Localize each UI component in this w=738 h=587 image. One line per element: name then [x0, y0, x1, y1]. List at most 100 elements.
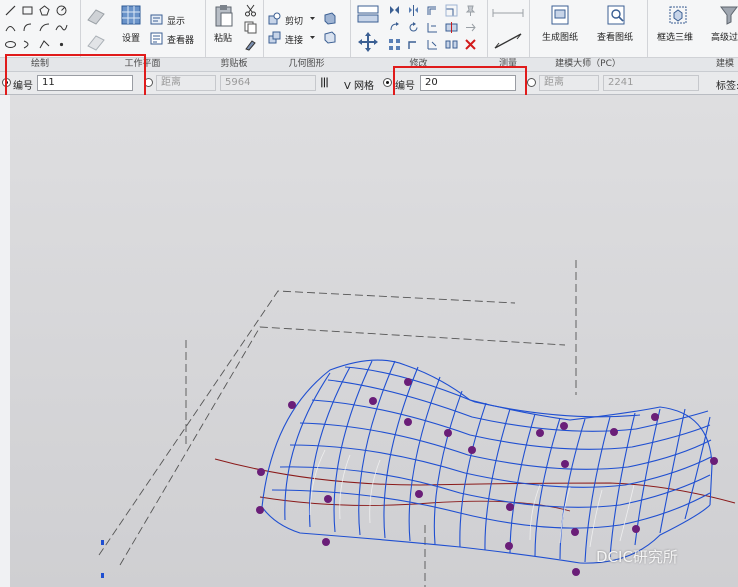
point-tool-icon[interactable] [55, 38, 68, 51]
view-sheet-button[interactable]: 查看图纸 [597, 30, 633, 43]
v-number-radio[interactable] [383, 78, 392, 87]
wall-joins-icon[interactable] [323, 12, 336, 25]
circle-tool-icon[interactable] [55, 4, 68, 17]
show-workplane-button[interactable]: 显示 [167, 14, 185, 27]
show-workplane-icon [150, 13, 163, 26]
adaptive-point [404, 418, 412, 426]
mesh-grid [261, 359, 713, 564]
trim-extend-icon[interactable] [426, 21, 439, 34]
level-marker [101, 540, 104, 545]
measure-between-icon[interactable] [491, 6, 525, 20]
paste-icon [213, 4, 235, 28]
move-icon[interactable] [356, 30, 380, 54]
tangent-arc-tool-icon[interactable] [38, 21, 51, 34]
generate-sheet-icon [549, 4, 571, 26]
panel-modeling-2: 框选三维 高级过 建模 [647, 0, 738, 71]
join-dropdown-icon[interactable] [309, 33, 316, 41]
align-icon[interactable] [356, 4, 380, 24]
offset-icon[interactable] [426, 4, 439, 17]
cut-dropdown-icon[interactable] [309, 14, 316, 22]
v-grid-label: V 网格 [344, 81, 375, 92]
adaptive-point [322, 538, 330, 546]
advanced-filter-icon [719, 4, 738, 26]
tag-label: 标签: [716, 81, 738, 92]
unpin-icon[interactable] [464, 21, 477, 34]
panel-measure: 测量 [487, 0, 530, 71]
trim-single-icon[interactable] [426, 38, 439, 51]
adaptive-point [415, 490, 423, 498]
partial-ellipse-tool-icon[interactable] [21, 38, 34, 51]
v-distance-radio[interactable] [527, 78, 536, 87]
viewer-icon [150, 32, 163, 45]
adaptive-point [561, 460, 569, 468]
rectangle-tool-icon[interactable] [21, 4, 34, 17]
array-icon[interactable] [388, 38, 401, 51]
set-workplane-button[interactable]: 设置 [122, 31, 140, 44]
level-markers [101, 540, 104, 578]
u-distance-input[interactable]: 5964 [220, 75, 316, 91]
spline-tool-icon[interactable] [55, 21, 68, 34]
adaptive-point [257, 468, 265, 476]
set-workplane-icon [120, 4, 142, 26]
trim-corner-icon[interactable] [407, 38, 420, 51]
panel-title-geometry: 几何图形 [263, 57, 350, 71]
panel-modeling-master: 生成图纸 查看图纸 建模大师（PC） [529, 0, 648, 71]
paste-button[interactable]: 粘贴 [214, 31, 232, 44]
adaptive-point [571, 528, 579, 536]
pin-disabled-icon[interactable] [464, 4, 477, 17]
box-3d-button[interactable]: 框选三维 [657, 30, 693, 43]
match-properties-icon[interactable] [244, 38, 257, 51]
u-distance-select[interactable]: 距离 [156, 75, 216, 91]
adaptive-point [369, 397, 377, 405]
level-marker [101, 573, 104, 578]
adaptive-point [324, 495, 332, 503]
split-face-icon[interactable] [323, 31, 336, 44]
box-3d-icon [667, 4, 689, 26]
adaptive-point [536, 429, 544, 437]
mirror-axis-icon[interactable] [388, 4, 401, 17]
rotate-icon[interactable] [407, 21, 420, 34]
adaptive-point [572, 568, 580, 576]
ellipse-tool-icon[interactable] [4, 38, 17, 51]
measure-along-icon[interactable] [491, 30, 525, 52]
adaptive-point [256, 506, 264, 514]
panel-title-modeling-2: 建模 [647, 57, 738, 71]
pick-lines-tool-icon[interactable] [38, 38, 51, 51]
join-geometry-icon [268, 31, 281, 44]
mirror-draw-icon[interactable] [407, 4, 420, 17]
adaptive-point [288, 401, 296, 409]
cut-geometry-icon [268, 12, 281, 25]
panel-modify: 修改 [350, 0, 488, 71]
split-element-icon[interactable] [445, 21, 458, 34]
delete-icon[interactable] [464, 38, 477, 51]
adaptive-point [710, 457, 718, 465]
v-distance-input[interactable]: 2241 [603, 75, 699, 91]
line-tool-icon[interactable] [4, 4, 17, 17]
adaptive-point [651, 413, 659, 421]
copy-icon[interactable] [244, 21, 257, 34]
arc-tool-icon[interactable] [4, 21, 17, 34]
3d-viewport[interactable] [10, 95, 738, 587]
adaptive-point [505, 542, 513, 550]
scissors-icon[interactable] [244, 4, 257, 17]
cut-geometry-button[interactable]: 剪切 [285, 14, 303, 27]
watermark-text: DCIC研究所 [596, 548, 678, 566]
adaptive-point [468, 446, 476, 454]
split-gap-icon[interactable] [445, 38, 458, 51]
copy-modify-icon[interactable] [388, 21, 401, 34]
join-geometry-button[interactable]: 连接 [285, 33, 303, 46]
adaptive-point [444, 429, 452, 437]
adaptive-point [610, 428, 618, 436]
v-distance-select[interactable]: 距离 [539, 75, 599, 91]
adaptive-point [632, 525, 640, 533]
panel-title-clipboard: 剪贴板 [205, 57, 263, 71]
panel-title-modeling-master: 建模大师（PC） [529, 57, 647, 71]
generate-sheet-button[interactable]: 生成图纸 [542, 30, 578, 43]
viewer-button[interactable]: 查看器 [167, 33, 194, 46]
panel-geometry: 剪切 连接 几何图形 [263, 0, 351, 71]
polygon-tool-icon[interactable] [38, 4, 51, 17]
advanced-filter-button[interactable]: 高级过 [711, 30, 738, 43]
arc-center-tool-icon[interactable] [21, 21, 34, 34]
scale-icon[interactable] [445, 4, 458, 17]
divided-surface-model [98, 260, 736, 587]
